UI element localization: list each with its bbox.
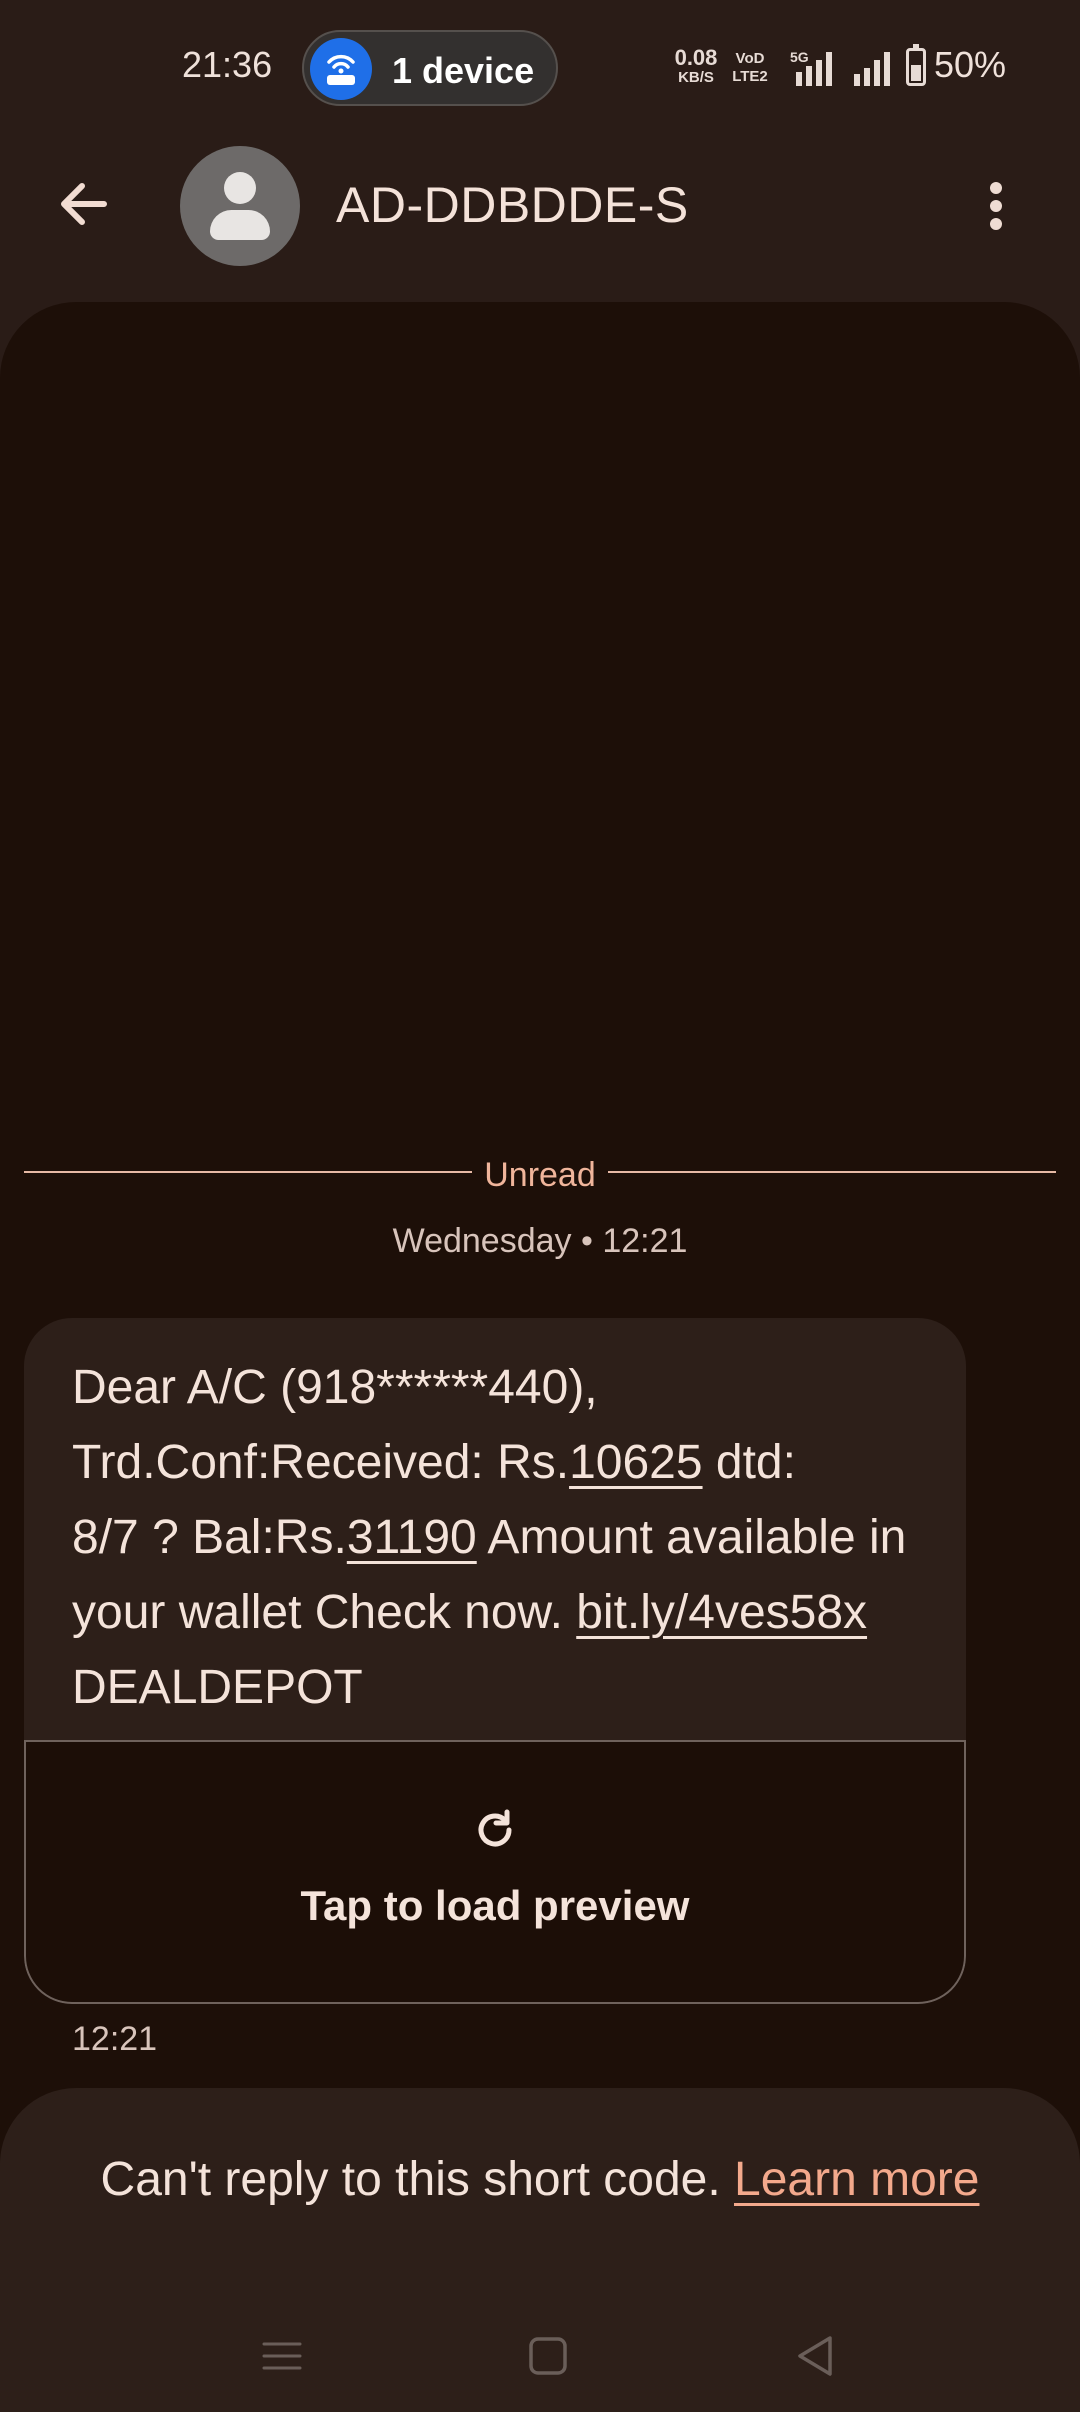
amount-link[interactable]: 10625	[569, 1436, 702, 1489]
message-line: DEALDEPOT	[72, 1661, 363, 1714]
battery-percent: 50%	[934, 44, 1007, 85]
balance-link[interactable]: 31190	[347, 1511, 477, 1564]
volte-indicator: VoD LTE2	[730, 50, 770, 86]
refresh-icon	[478, 1809, 512, 1847]
load-preview-label: Tap to load preview	[300, 1882, 690, 1929]
hotspot-router-icon	[310, 38, 372, 100]
home-square-icon[interactable]	[518, 2326, 578, 2386]
day-timestamp: Wednesday • 12:21	[392, 1222, 688, 1260]
menu-icon[interactable]	[252, 2326, 312, 2386]
unread-divider: Unread	[24, 1156, 1056, 1196]
url-link[interactable]: bit.ly/4ves58x	[576, 1586, 867, 1639]
system-nav-bar	[0, 2300, 1080, 2412]
short-code-notice: Can't reply to this short code.	[100, 2153, 734, 2206]
volte-top: VoD	[735, 50, 765, 67]
learn-more-link[interactable]: Learn more	[734, 2153, 979, 2206]
hotspot-label: 1 device	[392, 50, 535, 91]
signal-sim2-icon	[854, 52, 890, 86]
unread-label: Unread	[484, 1156, 596, 1194]
message-line: 8/7 ? Bal:Rs.31190 Amount available in	[72, 1511, 907, 1564]
battery-icon	[906, 44, 926, 86]
network-speed: 0.08 KB/S	[668, 45, 724, 88]
signal-5g-icon: 5G	[790, 49, 832, 86]
message-time: 12:21	[72, 2020, 158, 2058]
message-line: Dear A/C (918******440),	[72, 1361, 598, 1414]
message-text: Dear A/C (918******440), Trd.Conf:Receiv…	[72, 1350, 932, 1725]
reply-notice-text: Can't reply to this short code. Learn mo…	[0, 2152, 1080, 2207]
status-bar: 21:36 1 device 0.08 KB/S VoD LTE2 5G 50%	[0, 0, 1080, 136]
screen: 21:36 1 device 0.08 KB/S VoD LTE2 5G 50%…	[0, 0, 1080, 2412]
more-vert-icon[interactable]	[976, 174, 1016, 238]
message-bubble[interactable]: Dear A/C (918******440), Trd.Conf:Receiv…	[24, 1318, 966, 2004]
message-line: your wallet Check now. bit.ly/4ves58x	[72, 1586, 868, 1639]
back-triangle-icon[interactable]	[786, 2326, 846, 2386]
network-speed-unit: KB/S	[678, 69, 714, 86]
network-speed-value: 0.08	[674, 45, 718, 70]
link-preview-card[interactable]: Tap to load preview	[24, 1740, 966, 2004]
arrow-left-icon[interactable]	[52, 172, 116, 236]
clock: 21:36	[182, 44, 273, 85]
volte-bottom: LTE2	[732, 68, 768, 85]
hotspot-chip[interactable]: 1 device	[302, 30, 558, 106]
contact-name[interactable]: AD-DDBDDE-S	[336, 176, 689, 234]
message-line: Trd.Conf:Received: Rs.10625 dtd:	[72, 1436, 796, 1489]
battery-fill	[911, 65, 921, 81]
network-type-label: 5G	[790, 49, 809, 65]
contact-avatar[interactable]	[180, 146, 300, 266]
